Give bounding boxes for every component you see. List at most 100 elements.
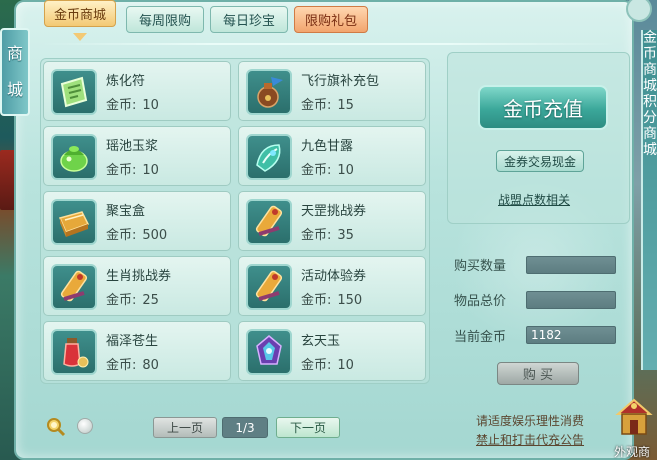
magnifier-icon[interactable] — [46, 417, 66, 437]
currency-label: 金币: — [106, 163, 137, 178]
currency-label: 金币: — [301, 98, 332, 113]
jade-nectar-icon — [60, 146, 88, 172]
item-card[interactable]: 九色甘露 金币: 10 — [238, 126, 426, 186]
side-tab-char-2: 城 — [6, 80, 23, 99]
total-price-label: 物品总价 — [454, 294, 507, 309]
item-slot — [246, 329, 292, 375]
side-tab-char-1: 商 — [6, 44, 23, 63]
right-tab-char: 积 — [643, 94, 657, 110]
price-value: 35 — [337, 228, 354, 243]
right-tab-char: 商 — [643, 126, 657, 142]
item-slot — [51, 134, 97, 180]
right-tab-char: 金 — [643, 30, 657, 46]
toggle-dot-icon[interactable] — [77, 418, 93, 434]
item-card[interactable]: 炼化符 金币: 10 — [43, 61, 231, 121]
tab-weekly-limited[interactable]: 每周限购 — [126, 6, 204, 33]
refining-talisman-icon — [60, 76, 88, 108]
item-price: 金币: 10 — [301, 354, 354, 373]
item-slot — [246, 69, 292, 115]
item-slot — [51, 199, 97, 245]
page-indicator: 1/3 — [222, 417, 268, 438]
right-tab-char: 分 — [643, 110, 657, 126]
item-card[interactable]: 瑶池玉浆 金币: 10 — [43, 126, 231, 186]
price-value: 10 — [142, 98, 159, 113]
price-value: 500 — [142, 228, 168, 243]
currency-label: 金币: — [106, 98, 137, 113]
item-slot — [51, 69, 97, 115]
right-tab-char: 城 — [643, 142, 657, 158]
price-value: 25 — [142, 293, 159, 308]
price-value: 10 — [142, 163, 159, 178]
right-tab-char: 币 — [643, 46, 657, 62]
item-card[interactable]: 活动体验券 金币: 150 — [238, 256, 426, 316]
appearance-shop-icon[interactable] — [612, 392, 657, 444]
alliance-points-link[interactable]: 战盟点数相关 — [498, 191, 570, 208]
currency-label: 金币: — [301, 228, 332, 243]
prev-page-button[interactable]: 上一页 — [153, 417, 217, 438]
next-page-button[interactable]: 下一页 — [276, 417, 340, 438]
total-price-field — [526, 291, 616, 309]
price-value: 150 — [337, 293, 363, 308]
item-name: 天罡挑战券 — [301, 204, 367, 219]
item-slot — [246, 134, 292, 180]
right-side-tab[interactable]: 金 币 商 城 积 分 商 城 — [641, 30, 657, 370]
active-tab-pointer — [73, 33, 87, 41]
item-slot — [246, 264, 292, 310]
divider — [40, 43, 618, 45]
price-value: 10 — [337, 358, 354, 373]
tab-daily-treasure[interactable]: 每日珍宝 — [210, 6, 288, 33]
item-name: 飞行旗补充包 — [301, 74, 380, 89]
tab-label: 金币商城 — [53, 8, 106, 23]
item-name: 活动体验券 — [301, 269, 367, 284]
item-card[interactable]: 福泽苍生 金币: 80 — [43, 321, 231, 381]
tab-label: 每周限购 — [138, 14, 191, 29]
item-name: 九色甘露 — [301, 139, 354, 154]
challenge-scroll-icon — [255, 205, 283, 237]
item-card[interactable]: 飞行旗补充包 金币: 15 — [238, 61, 426, 121]
xuantian-jade-icon — [256, 335, 282, 365]
price-value: 10 — [337, 163, 354, 178]
right-tab-char: 城 — [643, 78, 657, 94]
item-price: 金币: 10 — [106, 94, 159, 113]
item-name: 瑶池玉浆 — [106, 139, 159, 154]
quantity-input[interactable] — [526, 256, 616, 274]
item-price: 金币: 10 — [106, 159, 159, 178]
flight-flag-pouch-icon — [257, 77, 283, 108]
right-tab-char: 商 — [643, 62, 657, 78]
nine-color-dew-icon — [256, 144, 281, 172]
item-card[interactable]: 聚宝盒 金币: 500 — [43, 191, 231, 251]
quantity-label: 购买数量 — [454, 259, 507, 274]
item-price: 金币: 35 — [301, 224, 354, 243]
current-gold-label: 当前金币 — [454, 330, 507, 345]
currency-label: 金币: — [106, 358, 137, 373]
item-slot — [246, 199, 292, 245]
item-price: 金币: 15 — [301, 94, 354, 113]
item-card[interactable]: 生肖挑战券 金币: 25 — [43, 256, 231, 316]
currency-label: 金币: — [301, 163, 332, 178]
tab-label: 每日珍宝 — [222, 14, 275, 29]
buy-button[interactable]: 购 买 — [497, 362, 579, 385]
exchange-cash-button[interactable]: 金券交易现金 — [496, 150, 584, 172]
treasure-box-icon — [58, 211, 90, 237]
tab-gold-shop[interactable]: 金币商城 — [44, 0, 116, 27]
side-tab-shop[interactable]: 商 城 — [0, 28, 30, 116]
item-name: 炼化符 — [106, 74, 146, 89]
tab-limited-gift[interactable]: 限购礼包 — [294, 6, 368, 33]
current-gold-field: 1182 — [526, 326, 616, 344]
currency-label: 金币: — [106, 293, 137, 308]
price-value: 80 — [142, 358, 159, 373]
currency-label: 金币: — [106, 228, 137, 243]
appearance-shop-label[interactable]: 外观商 — [614, 443, 650, 460]
item-card[interactable]: 玄天玉 金币: 10 — [238, 321, 426, 381]
item-price: 金币: 150 — [301, 289, 362, 308]
currency-label: 金币: — [301, 293, 332, 308]
price-value: 15 — [337, 98, 354, 113]
item-card[interactable]: 天罡挑战券 金币: 35 — [238, 191, 426, 251]
fortune-potion-icon — [63, 338, 89, 368]
anti-proxy-notice-link[interactable]: 禁止和打击代充公告 — [476, 431, 584, 448]
moderation-notice: 请适度娱乐理性消费 — [476, 414, 585, 428]
recharge-button[interactable]: 金币充值 — [478, 85, 608, 130]
item-price: 金币: 25 — [106, 289, 159, 308]
currency-label: 金币: — [301, 358, 332, 373]
item-slot — [51, 329, 97, 375]
